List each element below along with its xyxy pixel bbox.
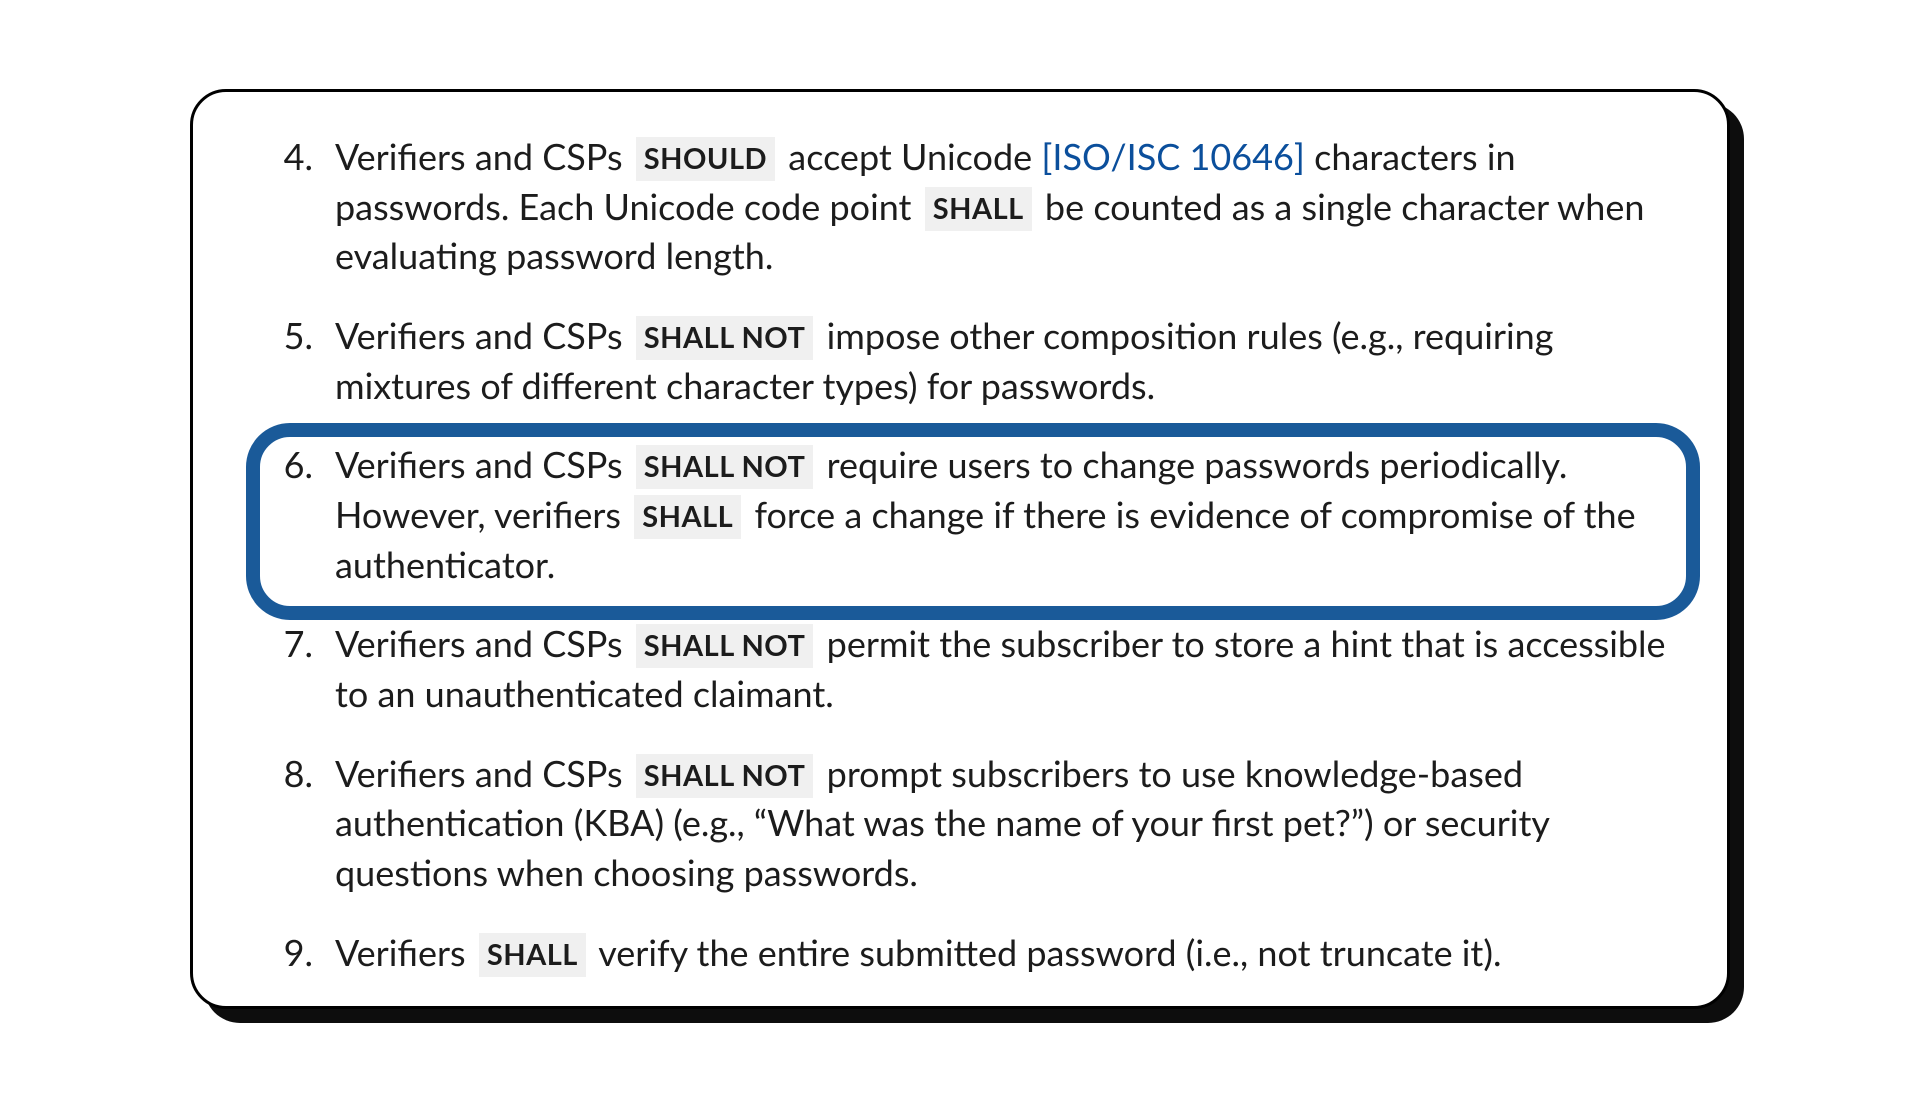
normative-keyword: SHALL NOT — [636, 316, 814, 360]
body-text: Verifiers and CSPs — [335, 751, 632, 795]
normative-keyword: SHALL NOT — [636, 445, 814, 489]
body-text: Verifiers and CSPs — [335, 442, 632, 486]
normative-keyword: SHALL — [479, 933, 586, 977]
body-text: Verifiers and CSPs — [335, 134, 632, 178]
requirements-list: Verifiers and CSPs SHOULD accept Unicode… — [233, 132, 1687, 977]
stage: Verifiers and CSPs SHOULD accept Unicode… — [0, 0, 1920, 1098]
body-text: Verifiers — [335, 930, 475, 974]
requirement-item: Verifiers and CSPs SHALL NOT require use… — [313, 440, 1687, 619]
body-text: verify the entire submitted password (i.… — [590, 930, 1502, 974]
body-text: Verifiers and CSPs — [335, 313, 632, 357]
normative-keyword: SHALL — [925, 187, 1032, 231]
document-card: Verifiers and CSPs SHOULD accept Unicode… — [190, 89, 1730, 1009]
requirement-item: Verifiers SHALL verify the entire submit… — [313, 928, 1687, 978]
requirement-item: Verifiers and CSPs SHALL NOT prompt subs… — [313, 749, 1687, 928]
body-text: accept Unicode — [779, 134, 1041, 178]
normative-keyword: SHALL — [634, 495, 741, 539]
reference-link[interactable]: [ISO/ISC 10646] — [1041, 134, 1305, 178]
normative-keyword: SHALL NOT — [636, 624, 814, 668]
requirement-item: Verifiers and CSPs SHALL NOT permit the … — [313, 619, 1687, 748]
requirement-item: Verifiers and CSPs SHALL NOT impose othe… — [313, 311, 1687, 440]
normative-keyword: SHALL NOT — [636, 754, 814, 798]
body-text: Verifiers and CSPs — [335, 621, 632, 665]
normative-keyword: SHOULD — [636, 137, 775, 181]
requirement-item: Verifiers and CSPs SHOULD accept Unicode… — [313, 132, 1687, 311]
